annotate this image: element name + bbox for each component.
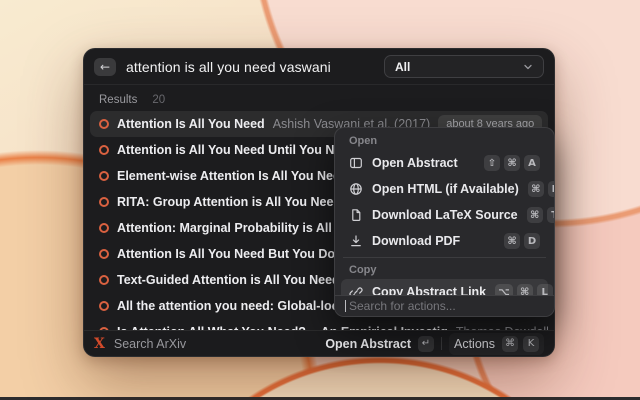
shortcut-keys: ⌘ D xyxy=(504,233,540,249)
return-key-icon: ↵ xyxy=(418,336,434,352)
shortcut-keys: ⇧ ⌘ A xyxy=(484,155,540,171)
primary-action-button[interactable]: Open Abstract xyxy=(325,337,411,351)
shortcut-keys: ⌘ T xyxy=(527,207,555,223)
search-input[interactable]: attention is all you need vaswani xyxy=(126,59,331,75)
results-header: Results 20 xyxy=(84,85,554,111)
action-menu: Open Open Abstract ⇧ ⌘ A xyxy=(334,127,555,317)
menu-item-download-latex[interactable]: Download LaTeX Source ⌘ T xyxy=(341,202,548,228)
search-bar: ← attention is all you need vaswani All xyxy=(84,49,554,85)
menu-item-label: Download PDF xyxy=(372,234,460,248)
text-cursor xyxy=(345,300,346,312)
arxiv-paper-icon xyxy=(99,119,109,129)
footer-bar: X Search ArXiv Open Abstract ↵ Actions ⌘… xyxy=(84,330,554,356)
document-icon xyxy=(349,208,363,222)
actions-search-placeholder: Search for actions... xyxy=(349,299,456,313)
menu-item-download-pdf[interactable]: Download PDF ⌘ D xyxy=(341,228,548,254)
cmd-key-icon: ⌘ xyxy=(502,336,518,352)
download-icon xyxy=(349,234,363,248)
footer-divider xyxy=(441,337,442,350)
dropdown-value: All xyxy=(395,60,410,74)
arxiv-paper-icon xyxy=(99,301,109,311)
globe-icon xyxy=(349,182,363,196)
arxiv-logo-icon: X xyxy=(94,337,105,351)
menu-section-open: Open xyxy=(341,132,548,150)
arxiv-paper-icon xyxy=(99,145,109,155)
results-label: Results xyxy=(99,94,137,106)
menu-item-open-abstract[interactable]: Open Abstract ⇧ ⌘ A xyxy=(341,150,548,176)
menu-divider xyxy=(343,257,546,258)
menu-item-label: Open Abstract xyxy=(372,156,458,170)
menu-item-label: Download LaTeX Source xyxy=(372,208,518,222)
desktop-wallpaper: ← attention is all you need vaswani All … xyxy=(0,0,640,400)
shortcut-keys: ⌘ H xyxy=(528,181,555,197)
chevron-down-icon xyxy=(523,62,533,72)
menu-item-open-html[interactable]: Open HTML (if Available) ⌘ H xyxy=(341,176,548,202)
arxiv-paper-icon xyxy=(99,171,109,181)
arxiv-paper-icon xyxy=(99,275,109,285)
arxiv-paper-icon xyxy=(99,223,109,233)
results-count: 20 xyxy=(152,94,165,106)
raycast-window: ← attention is all you need vaswani All … xyxy=(83,48,555,357)
category-dropdown[interactable]: All xyxy=(384,55,544,78)
actions-search-input[interactable]: Search for actions... xyxy=(335,295,554,316)
back-button[interactable]: ← xyxy=(94,58,116,76)
extension-name: Search ArXiv xyxy=(114,337,186,351)
arxiv-paper-icon xyxy=(99,197,109,207)
menu-section-copy: Copy xyxy=(341,261,548,279)
arxiv-paper-icon xyxy=(99,249,109,259)
result-title: Element-wise Attention Is All You Need xyxy=(117,169,348,183)
arrow-left-icon: ← xyxy=(100,61,110,73)
window-icon xyxy=(349,156,363,170)
result-title: Attention Is All You Need xyxy=(117,117,265,131)
k-key-icon: K xyxy=(523,336,539,352)
actions-button[interactable]: Actions ⌘ K xyxy=(449,333,544,355)
menu-item-label: Open HTML (if Available) xyxy=(372,182,519,196)
